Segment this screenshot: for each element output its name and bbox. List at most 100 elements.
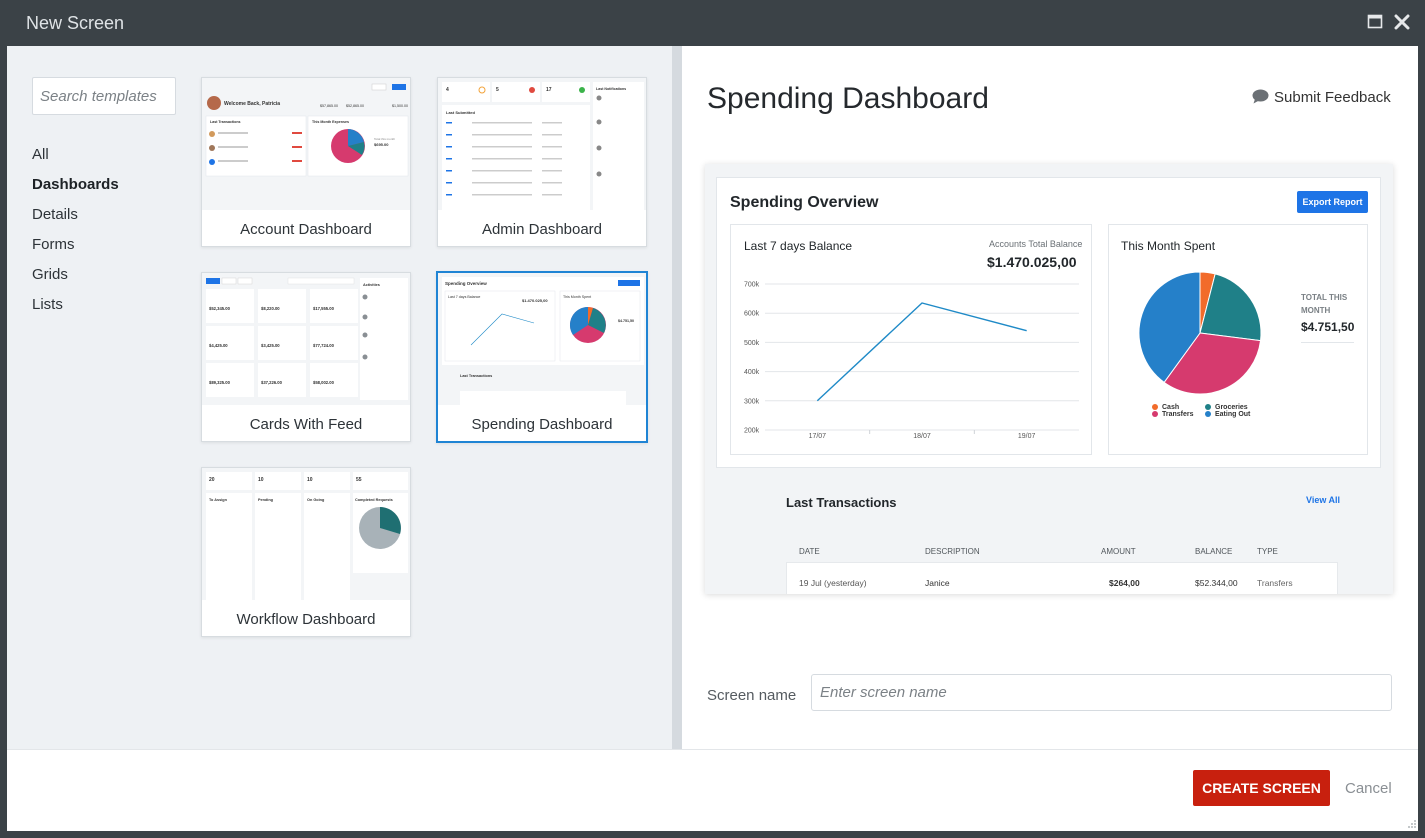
svg-text:$3,425.00: $3,425.00 — [261, 343, 280, 348]
comment-icon — [1252, 89, 1269, 108]
svg-text:10: 10 — [307, 477, 313, 483]
preview-image: Spending Overview Export Report Last 7 d… — [705, 164, 1393, 594]
svg-text:$37,226.00: $37,226.00 — [261, 380, 283, 385]
svg-text:$1.470.025,00: $1.470.025,00 — [522, 298, 548, 303]
svg-text:To Assign: To Assign — [209, 498, 228, 502]
template-card-label: Workflow Dashboard — [236, 611, 376, 628]
screen-name-label: Screen name — [707, 687, 797, 704]
svg-text:$4,425.00: $4,425.00 — [209, 343, 228, 348]
category-details[interactable]: Details — [32, 200, 119, 230]
preview-title: Spending Dashboard — [707, 82, 989, 115]
svg-text:Last Notifications: Last Notifications — [596, 87, 626, 91]
maximize-icon[interactable] — [1367, 14, 1385, 32]
svg-text:Last 7 days Balance: Last 7 days Balance — [448, 295, 480, 299]
legend-swatch — [1152, 404, 1158, 410]
spent-pie-chart: Cash Groceries Transfers Eating Out — [1138, 271, 1262, 418]
search-input[interactable] — [32, 77, 176, 115]
category-all[interactable]: All — [32, 140, 119, 170]
col-type: TYPE — [1257, 547, 1278, 556]
cell-description: Janice — [925, 578, 950, 588]
template-card-spending-dashboard[interactable]: Spending Overview Last 7 days Balance $1… — [436, 271, 648, 443]
dialog-title: New Screen — [26, 13, 125, 33]
svg-text:$4.751,50: $4.751,50 — [618, 319, 634, 323]
template-thumbnail: $52,345.00 $8,220.00 $17,555.00 $4,425.0… — [202, 273, 410, 405]
x-tick-label: 19/07 — [1018, 433, 1036, 440]
svg-text:55: 55 — [356, 477, 362, 483]
legend-swatch — [1205, 404, 1211, 410]
view-all-link: View All — [1306, 495, 1341, 505]
svg-text:Total this month: Total this month — [374, 137, 395, 141]
export-report-button: Export Report — [1297, 191, 1368, 213]
y-tick-label: 400k — [744, 369, 760, 376]
thumb-welcome: Welcome Back, Patricia — [224, 101, 280, 107]
category-list: All Dashboards Details Forms Grids Lists — [32, 140, 119, 320]
svg-text:On Going: On Going — [307, 498, 325, 502]
spending-overview-card: Spending Overview Export Report Last 7 d… — [716, 177, 1381, 468]
template-card-label: Spending Dashboard — [471, 416, 613, 433]
category-lists[interactable]: Lists — [32, 290, 119, 320]
svg-text:Last Submitted: Last Submitted — [446, 110, 475, 115]
svg-text:$58,002.00: $58,002.00 — [313, 380, 335, 385]
template-card-label: Admin Dashboard — [481, 221, 603, 238]
dialog-footer: CREATE SCREEN Cancel — [7, 749, 1418, 831]
legend-label: Transfers — [1162, 411, 1194, 418]
x-tick-label: 18/07 — [913, 433, 931, 440]
y-tick-label: 500k — [744, 340, 760, 347]
svg-text:Last Transactions: Last Transactions — [460, 374, 492, 378]
balance-panel: Last 7 days Balance Accounts Total Balan… — [730, 224, 1092, 455]
pane-splitter[interactable] — [672, 46, 682, 749]
legend-label: Groceries — [1215, 404, 1248, 411]
cell-balance: $52.344,00 — [1195, 578, 1238, 588]
template-card-account-dashboard[interactable]: Welcome Back, Patricia $57,865.00 $52,86… — [201, 77, 411, 247]
legend-swatch — [1205, 411, 1211, 417]
legend-label: Cash — [1162, 404, 1179, 411]
svg-text:Pending: Pending — [258, 498, 274, 502]
svg-text:Spending Overview: Spending Overview — [445, 281, 487, 286]
balance-line-chart: 200k 300k 400k 500k 600k 700k 17/07 18/07 19/07 — [744, 282, 1079, 440]
svg-text:$52,865.00: $52,865.00 — [346, 104, 364, 108]
template-card-label: Cards With Feed — [249, 416, 363, 433]
x-tick-label: 17/07 — [809, 433, 827, 440]
category-grids[interactable]: Grids — [32, 260, 119, 290]
submit-feedback-link[interactable]: Submit Feedback — [1252, 89, 1391, 108]
legend-swatch — [1152, 411, 1158, 417]
template-thumbnail: Spending Overview Last 7 days Balance $1… — [438, 273, 646, 405]
svg-text:$89,325.00: $89,325.00 — [209, 380, 231, 385]
legend-label: Eating Out — [1215, 411, 1251, 418]
svg-text:10: 10 — [258, 477, 264, 483]
cell-date: 19 Jul (yesterday) — [799, 578, 867, 588]
svg-text:5: 5 — [496, 87, 499, 93]
svg-text:$1,500.00: $1,500.00 — [392, 104, 408, 108]
cancel-button[interactable]: Cancel — [1345, 780, 1392, 797]
template-card-cards-with-feed[interactable]: $52,345.00 $8,220.00 $17,555.00 $4,425.0… — [201, 272, 411, 442]
svg-text:This Month Expenses: This Month Expenses — [312, 120, 349, 124]
col-description: DESCRIPTION — [925, 547, 980, 556]
svg-text:4: 4 — [446, 87, 449, 93]
category-dashboards[interactable]: Dashboards — [32, 170, 119, 200]
feedback-label: Submit Feedback — [1274, 89, 1391, 106]
template-card-workflow-dashboard[interactable]: 20 10 10 55 To Assign Pending On Going C… — [201, 467, 411, 637]
screen-name-input[interactable] — [811, 674, 1392, 711]
svg-text:This Month Spent: This Month Spent — [563, 295, 591, 299]
col-balance: BALANCE — [1195, 547, 1233, 556]
transactions-title: Last Transactions — [786, 495, 897, 510]
series-line — [816, 302, 1027, 402]
month-spent-panel: This Month Spent TOTAL THIS MONTH $4.751… — [1108, 224, 1368, 455]
dialog-titlebar: New Screen — [0, 0, 1425, 46]
svg-text:$17,555.00: $17,555.00 — [313, 306, 335, 311]
close-icon[interactable] — [1394, 14, 1412, 32]
category-forms[interactable]: Forms — [32, 230, 119, 260]
template-card-admin-dashboard[interactable]: 4 5 17 Last Submitted Last Notifications… — [437, 77, 647, 247]
svg-text:$695.00: $695.00 — [374, 142, 389, 147]
create-screen-button[interactable]: CREATE SCREEN — [1193, 770, 1330, 806]
template-thumbnail: 4 5 17 Last Submitted Last Notifications — [438, 78, 646, 210]
svg-text:Activities: Activities — [363, 283, 380, 287]
col-date: DATE — [799, 547, 820, 556]
resize-grip-icon[interactable] — [1407, 816, 1417, 828]
y-tick-label: 600k — [744, 311, 760, 318]
svg-text:17: 17 — [546, 87, 552, 93]
svg-text:Last Transactions: Last Transactions — [210, 120, 241, 124]
svg-text:$57,865.00: $57,865.00 — [320, 104, 338, 108]
template-thumbnail: Welcome Back, Patricia $57,865.00 $52,86… — [202, 78, 410, 210]
transactions-section: Last Transactions View All DATE DESCRIPT… — [705, 468, 1393, 594]
